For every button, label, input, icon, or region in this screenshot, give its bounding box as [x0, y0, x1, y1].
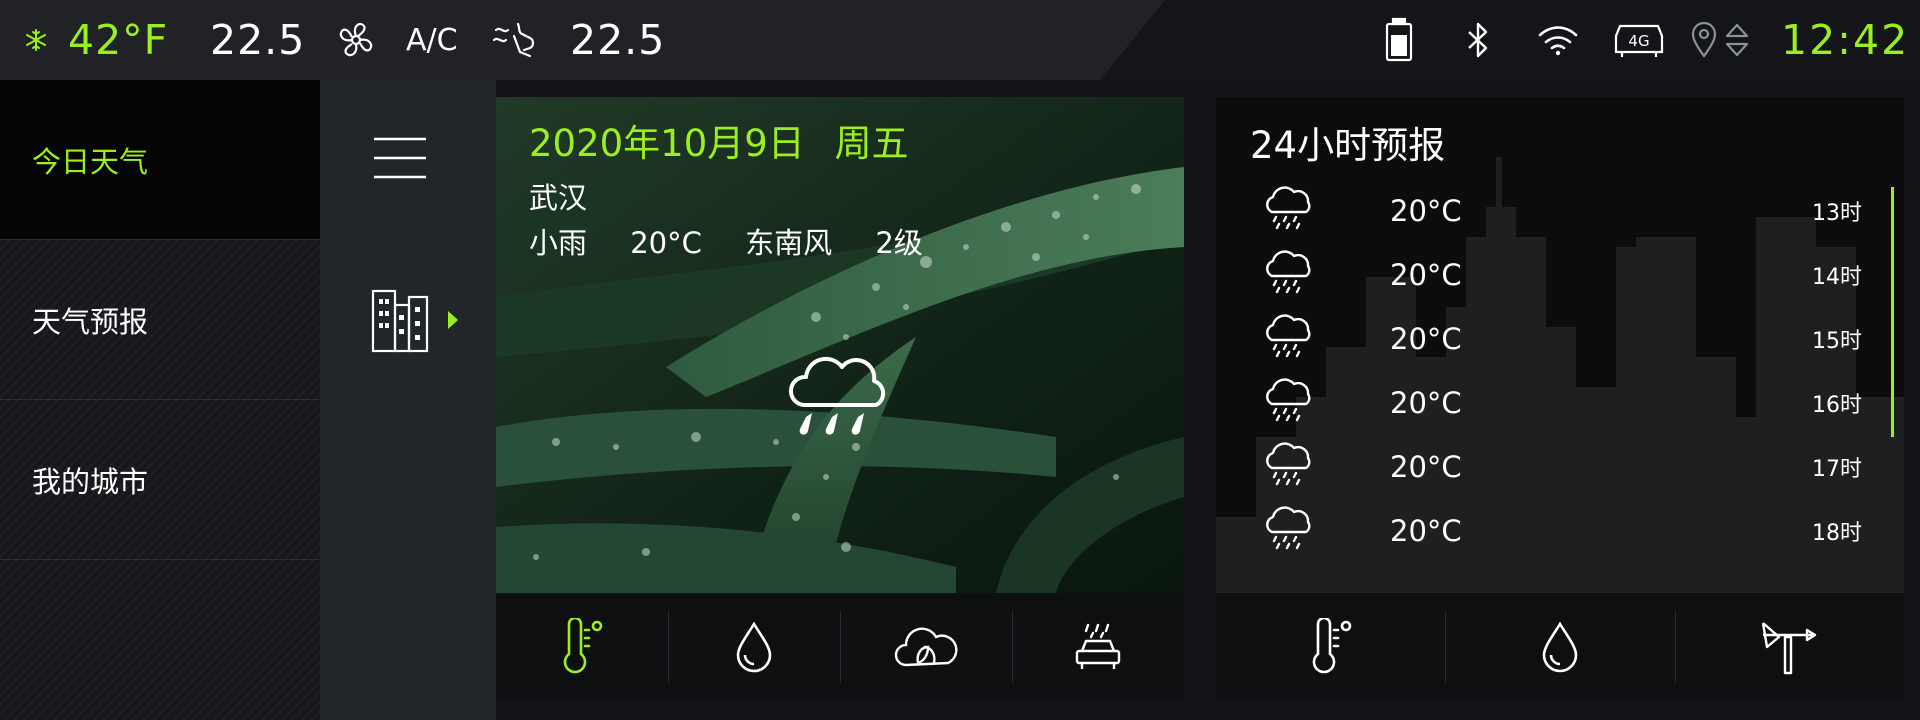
clock: 12:42: [1781, 16, 1910, 64]
forecast-hour: 16时: [1812, 393, 1862, 418]
location-icon[interactable]: [1690, 0, 1718, 80]
today-conditions: 小雨 20°C 东南风 2级: [529, 220, 923, 262]
menu-item-label: 今日天气: [32, 144, 149, 179]
arrow-right-icon[interactable]: [447, 310, 459, 334]
forecast-row: 20°C 13时: [1262, 179, 1862, 243]
rain-cloud-icon: [1262, 186, 1314, 236]
thermometer-icon: [563, 618, 603, 674]
left-temperature-setpoint[interactable]: 22.5: [210, 0, 305, 80]
forecast-thermometer-button[interactable]: [1216, 593, 1445, 701]
wifi-icon[interactable]: [1536, 0, 1580, 80]
car-wash-icon: [1075, 623, 1121, 669]
today-date-line: 2020年10月9日 周五: [529, 113, 909, 167]
status-bar: 42°F 22.5 A/C 22.5 4G 12:42: [0, 0, 1920, 80]
forecast-row: 20°C 15时: [1262, 307, 1862, 371]
today-detail-bar: [496, 593, 1184, 701]
today-condition: 小雨: [529, 226, 588, 260]
today-wind-level: 2级: [875, 226, 923, 260]
forecast-temperature: 20°C: [1390, 386, 1462, 420]
forecast-temperature: 20°C: [1390, 194, 1462, 228]
menu-item-label: 天气预报: [32, 304, 149, 339]
forecast-temperature: 20°C: [1390, 322, 1462, 356]
network-label: 4G: [1628, 32, 1649, 50]
seat-airflow-icon[interactable]: [490, 0, 538, 80]
forecast-row: 20°C 14时: [1262, 243, 1862, 307]
rain-leaves-background: [496, 97, 1184, 593]
forecast-detail-bar: [1216, 593, 1904, 701]
fan-icon[interactable]: [334, 0, 378, 80]
rain-cloud-icon: [1262, 314, 1314, 364]
sort-arrows-icon[interactable]: [1724, 0, 1750, 80]
forecast-hour: 15时: [1812, 329, 1862, 354]
outside-temperature: 42°F: [68, 16, 169, 64]
forecast-hour: 17时: [1812, 457, 1862, 482]
forecast-row: 20°C 18时: [1262, 499, 1862, 563]
menu-item-today-weather[interactable]: 今日天气: [0, 80, 320, 240]
thermometer-icon: [1312, 618, 1351, 674]
today-city: 武汉: [529, 181, 588, 215]
ac-button[interactable]: A/C: [406, 0, 458, 80]
forecast-scrollbar[interactable]: [1891, 187, 1894, 437]
thermometer-button[interactable]: [496, 593, 668, 701]
humidity-drop-icon: [736, 621, 772, 673]
right-temperature-setpoint[interactable]: 22.5: [570, 0, 665, 80]
today-date: 2020年10月9日: [529, 122, 805, 165]
forecast-row: 20°C 17时: [1262, 435, 1862, 499]
today-wind-direction: 东南风: [745, 226, 833, 260]
rain-cloud-icon: [1262, 378, 1314, 428]
menu-item-label: 我的城市: [32, 464, 149, 499]
rain-cloud-icon: [1262, 506, 1314, 556]
today-temperature: 20°C: [630, 226, 702, 260]
side-strip: [320, 80, 496, 720]
forecast-temperature: 20°C: [1390, 450, 1462, 484]
forecast-wind-button[interactable]: [1674, 593, 1904, 701]
air-quality-button[interactable]: [840, 593, 1012, 701]
wind-vane-icon: [1762, 622, 1817, 675]
menu-item-my-cities[interactable]: 我的城市: [0, 400, 320, 560]
4g-icon: 4G: [1612, 0, 1666, 80]
today-weather-panel: 2020年10月9日 周五 武汉 小雨 20°C 东南风 2级: [496, 97, 1184, 593]
forecast-temperature: 20°C: [1390, 514, 1462, 548]
hourly-forecast-panel: 24小时预报 20°C 13时 20°C 14时 20°C 15时 20°C 16时 20°C 1…: [1216, 97, 1904, 593]
snowflake-icon[interactable]: [24, 0, 48, 80]
forecast-humidity-button[interactable]: [1445, 593, 1674, 701]
forecast-row: 20°C 16时: [1262, 371, 1862, 435]
rain-cloud-icon: [1262, 442, 1314, 492]
forecast-hour: 13时: [1812, 201, 1862, 226]
humidity-button[interactable]: [668, 593, 840, 701]
car-wash-button[interactable]: [1012, 593, 1184, 701]
battery-icon: [1384, 0, 1414, 80]
weather-menu: 今日天气 天气预报 我的城市: [0, 80, 320, 720]
humidity-drop-icon: [1542, 621, 1578, 673]
rain-cloud-icon: [1262, 250, 1314, 300]
forecast-title: 24小时预报: [1250, 124, 1446, 167]
forecast-temperature: 20°C: [1390, 258, 1462, 292]
light-rain-cloud-icon: [784, 353, 894, 447]
forecast-hour: 18时: [1812, 521, 1862, 546]
forecast-scrollbar-thumb[interactable]: [1891, 187, 1894, 437]
bluetooth-icon[interactable]: [1464, 0, 1492, 80]
menu-item-weather-forecast[interactable]: 天气预报: [0, 240, 320, 400]
city-buildings-icon[interactable]: [370, 287, 430, 357]
air-quality-cloud-icon: [894, 627, 958, 667]
today-weekday: 周五: [834, 122, 909, 165]
hamburger-icon[interactable]: [372, 135, 428, 185]
forecast-hour: 14时: [1812, 265, 1862, 290]
